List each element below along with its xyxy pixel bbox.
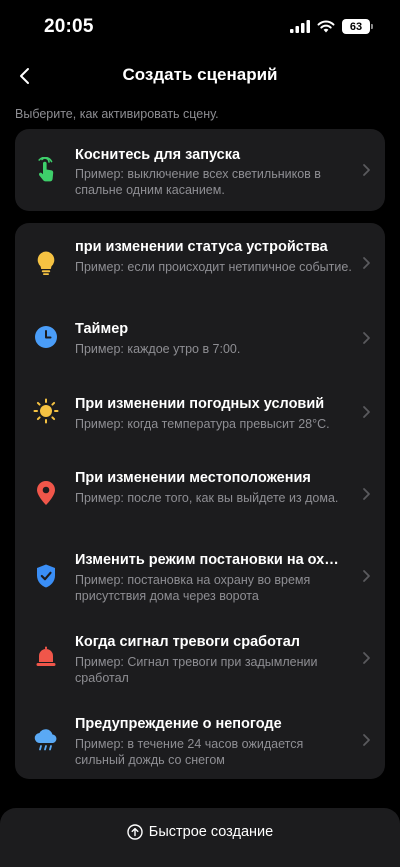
page-subtitle: Выберите, как активировать сцену. [15,107,219,121]
trigger-description: Пример: выключение всех светильников в с… [75,167,321,197]
trigger-row-security-mode[interactable]: Изменить режим постановки на ох… Пример:… [15,533,385,615]
trigger-row-weather[interactable]: При изменении погодных условий Пример: к… [15,373,385,453]
trigger-description: Пример: Сигнал тревоги при задымлении ср… [75,655,318,685]
quick-create-label: Быстрое создание [148,824,274,840]
sun-icon [33,398,59,424]
trigger-title: Изменить режим постановки на ох… [75,552,339,568]
chevron-right-icon [363,257,370,269]
page-title: Создать сценарий [122,65,278,84]
clock-icon [33,324,59,350]
trigger-title: Коснитесь для запуска [75,147,241,163]
tap-hand-icon [33,157,59,183]
cellular-signal-icon [290,20,310,33]
chevron-right-icon [363,332,370,344]
trigger-title: Таймер [75,321,129,337]
status-icons: 63 [290,19,373,34]
trigger-description: Пример: если происходит нетипичное событ… [75,260,352,274]
trigger-row-timer[interactable]: Таймер Пример: каждое утро в 7:00. [15,303,385,373]
quick-create-button[interactable]: Быстрое создание [0,824,400,840]
battery-level: 63 [349,20,363,33]
wifi-icon [317,20,335,33]
chevron-right-icon [363,164,370,176]
chevron-right-icon [363,570,370,582]
alarm-bell-icon [33,645,59,671]
tap-trigger-card: Коснитесь для запуска Пример: выключение… [15,129,385,211]
arrow-up-circle-icon [127,824,143,840]
triggers-list-card: при изменении статуса устройства Пример:… [15,223,385,779]
chevron-right-icon [363,734,370,746]
shield-check-icon [33,563,59,589]
bottom-bar: Быстрое создание [0,808,400,867]
lightbulb-icon [33,250,59,276]
chevron-right-icon [363,652,370,664]
trigger-description: Пример: постановка на охрану во время пр… [75,573,311,603]
trigger-row-severe-weather[interactable]: Предупреждение о непогоде Пример: в тече… [15,697,385,779]
trigger-description: Пример: когда температура превысит 28°C. [75,417,330,431]
trigger-title: при изменении статуса устройства [75,239,328,255]
status-time: 20:05 [44,16,94,37]
trigger-description: Пример: после того, как вы выйдете из до… [75,491,339,505]
nav-bar: Создать сценарий [0,56,400,96]
battery-indicator: 63 [342,19,373,34]
trigger-title: Когда сигнал тревоги сработал [75,634,300,650]
trigger-row-location[interactable]: При изменении местоположения Пример: пос… [15,453,385,533]
rain-cloud-icon [33,727,59,753]
trigger-row-device-status[interactable]: при изменении статуса устройства Пример:… [15,223,385,303]
trigger-row-alarm[interactable]: Когда сигнал тревоги сработал Пример: Си… [15,615,385,697]
trigger-description: Пример: в течение 24 часов ожидается сил… [75,737,304,767]
trigger-row-tap[interactable]: Коснитесь для запуска Пример: выключение… [15,129,385,211]
chevron-right-icon [363,488,370,500]
trigger-title: Предупреждение о непогоде [75,716,282,732]
status-bar: 20:05 63 [0,0,400,54]
chevron-right-icon [363,406,370,418]
trigger-title: При изменении местоположения [75,470,311,486]
trigger-title: При изменении погодных условий [75,396,325,412]
trigger-description: Пример: каждое утро в 7:00. [75,342,241,356]
location-pin-icon [33,480,59,506]
